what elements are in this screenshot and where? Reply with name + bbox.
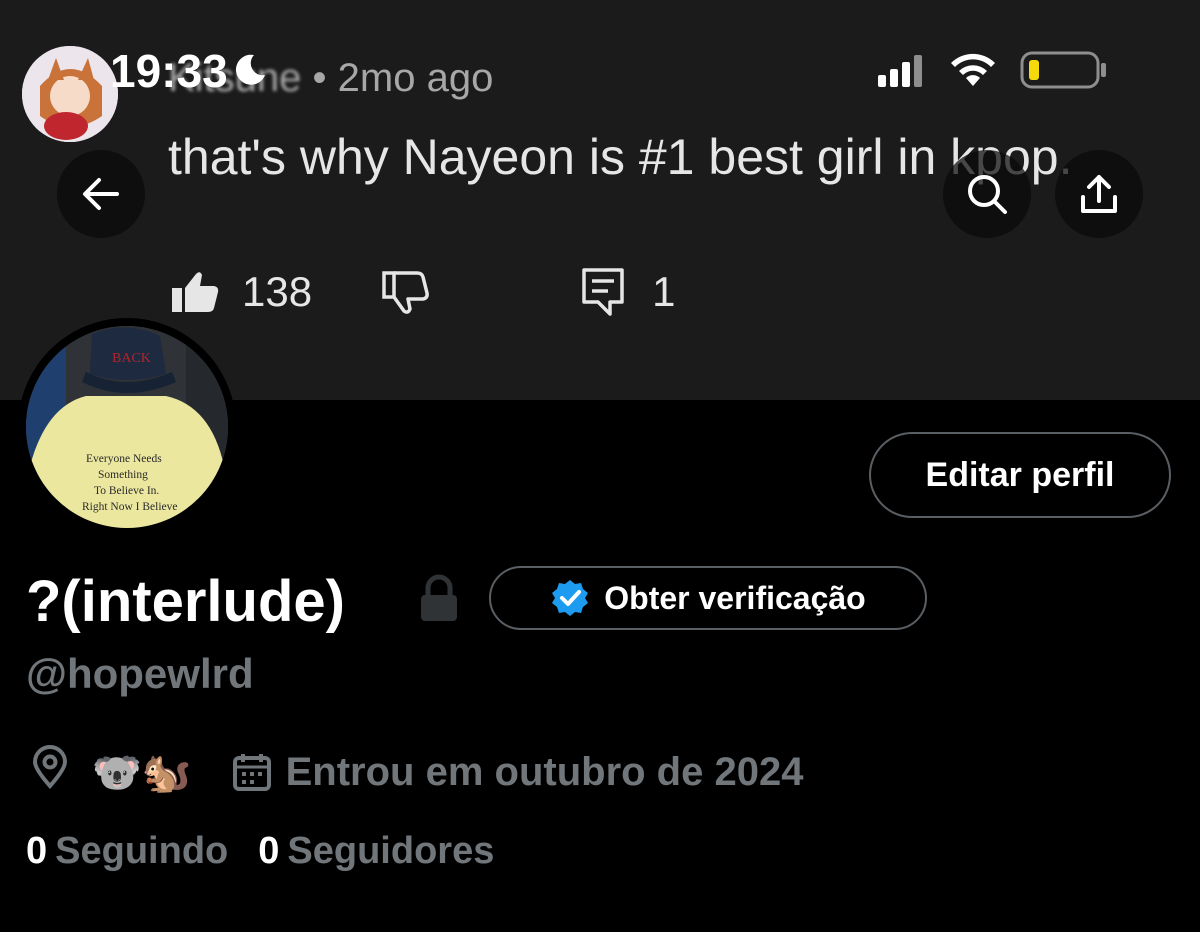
cap-text: BACK xyxy=(112,351,151,366)
banner-comment-actions: 138 1 xyxy=(170,262,675,322)
joined-date: Entrou em outubro de 2024 xyxy=(285,749,804,794)
banner-commenter-avatar xyxy=(22,46,118,142)
back-button[interactable] xyxy=(57,150,145,238)
profile-avatar[interactable]: BACK Everyone Needs Something To Believe… xyxy=(18,318,236,536)
followers-link[interactable]: 0 Seguidores xyxy=(258,830,494,873)
avatar-photo: BACK Everyone Needs Something To Believe… xyxy=(26,326,228,528)
following-label: Seguindo xyxy=(55,830,229,872)
location-text: 🐨🐿️ xyxy=(92,750,192,795)
followers-count: 0 xyxy=(258,830,280,872)
lock-icon xyxy=(418,574,460,627)
follow-stats: 0 Seguindo 0 Seguidores xyxy=(26,830,494,873)
following-count: 0 xyxy=(26,830,48,872)
shirt-text-line: To Believe In. xyxy=(94,485,159,497)
wifi-icon xyxy=(948,52,998,93)
thumbs-down-icon xyxy=(380,269,432,315)
edit-profile-button[interactable]: Editar perfil xyxy=(869,432,1171,518)
following-link[interactable]: 0 Seguindo xyxy=(26,830,228,873)
share-button[interactable] xyxy=(1055,150,1143,238)
reply-icon xyxy=(580,266,626,318)
thumbs-up-icon xyxy=(170,270,220,314)
display-name: ?(interlude) xyxy=(26,569,345,634)
banner-comment-text: that's why Nayeon is #1 best girl in kpo… xyxy=(168,129,1073,185)
status-icons xyxy=(878,50,1108,95)
clock: 19:33 xyxy=(110,45,228,97)
cellular-signal-icon xyxy=(878,53,926,92)
location-pin-icon xyxy=(30,745,70,799)
calendar-icon xyxy=(232,752,272,792)
followers-label: Seguidores xyxy=(287,830,495,872)
search-icon xyxy=(968,175,1007,214)
verified-badge-icon xyxy=(552,580,589,616)
shirt-text-line: Right Now I Believe xyxy=(82,501,178,513)
status-time: 19:33 xyxy=(110,44,268,98)
back-arrow-icon xyxy=(83,178,119,210)
user-handle: @hopewlrd xyxy=(26,650,254,697)
like-count: 138 xyxy=(242,268,313,315)
search-button[interactable] xyxy=(943,150,1031,238)
shirt-text-line: Everyone Needs xyxy=(86,453,162,465)
moon-icon xyxy=(232,44,268,98)
get-verified-button[interactable]: Obter verificação xyxy=(489,566,927,630)
profile-meta: 🐨🐿️ Entrou em outubro de 2024 xyxy=(30,744,803,800)
reply-count: 1 xyxy=(652,268,676,315)
share-icon xyxy=(1081,175,1117,213)
get-verified-label: Obter verificação xyxy=(604,579,866,616)
battery-low-icon xyxy=(1020,50,1108,95)
shirt-text-line: Something xyxy=(98,469,148,481)
comment-time: • 2mo ago xyxy=(312,56,494,100)
